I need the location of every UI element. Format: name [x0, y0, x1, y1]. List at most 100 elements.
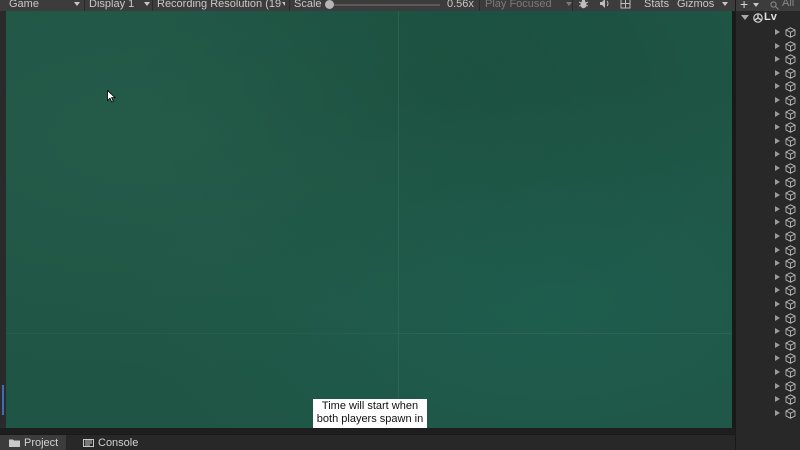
cube-icon [785, 149, 796, 161]
chevron-right-icon[interactable] [775, 83, 780, 90]
hierarchy-item[interactable] [736, 94, 800, 107]
add-button[interactable]: + [740, 0, 748, 12]
hierarchy-item[interactable] [736, 271, 800, 284]
chevron-right-icon[interactable] [775, 165, 780, 171]
tile-seam [398, 333, 732, 334]
cube-icon [785, 95, 796, 106]
scale-label: Scale [294, 0, 322, 10]
chevron-right-icon[interactable] [775, 97, 780, 103]
scene-gizmo-toggle[interactable] [620, 0, 632, 11]
chevron-right-icon[interactable] [775, 205, 780, 212]
chevron-right-icon[interactable] [775, 29, 780, 35]
scene-root[interactable]: Lv [764, 11, 777, 23]
cube-icon [785, 190, 796, 201]
toolbar-divider [572, 0, 573, 11]
hierarchy-item[interactable] [736, 284, 800, 297]
hierarchy-item[interactable] [736, 189, 800, 202]
chevron-right-icon[interactable] [775, 69, 780, 76]
game-tab[interactable]: Game [9, 0, 39, 11]
hierarchy-item[interactable] [736, 176, 800, 189]
resolution-dropdown[interactable]: Recording Resolution (19 [157, 0, 285, 11]
hierarchy-item[interactable] [736, 244, 800, 257]
hierarchy-item[interactable] [736, 230, 800, 243]
hierarchy-item[interactable] [736, 352, 800, 365]
spawn-notice: Time will start when both players spawn … [313, 399, 427, 428]
hierarchy-item[interactable] [736, 257, 800, 270]
chevron-right-icon[interactable] [775, 219, 780, 226]
scale-slider-handle[interactable] [325, 0, 334, 9]
cube-icon [785, 176, 796, 188]
chevron-right-icon[interactable] [775, 369, 780, 375]
tab-console[interactable]: Console [74, 435, 146, 450]
chevron-down-icon [74, 2, 80, 7]
mute-audio-toggle[interactable] [599, 0, 611, 11]
hierarchy-item[interactable] [736, 80, 800, 93]
chevron-right-icon[interactable] [775, 396, 780, 403]
chevron-right-icon[interactable] [775, 301, 780, 307]
chevron-right-icon[interactable] [775, 314, 780, 321]
chevron-right-icon[interactable] [775, 246, 780, 253]
display-dropdown[interactable]: Display 1 [89, 0, 151, 11]
hierarchy-item[interactable] [736, 135, 800, 148]
chevron-down-icon[interactable] [741, 15, 749, 20]
hierarchy-item[interactable] [736, 108, 800, 121]
chevron-right-icon[interactable] [775, 287, 780, 294]
cube-icon [785, 258, 796, 269]
tab-project[interactable]: Project [0, 435, 67, 450]
hierarchy-item[interactable] [736, 53, 800, 66]
panel-accent-bar [2, 385, 4, 415]
bug-toggle[interactable] [578, 0, 590, 11]
chevron-right-icon[interactable] [775, 192, 780, 199]
resolution-label: Recording Resolution (19 [157, 0, 282, 10]
chevron-right-icon[interactable] [775, 151, 780, 158]
cube-icon [785, 122, 796, 133]
cube-icon [785, 367, 796, 378]
chevron-right-icon[interactable] [775, 56, 780, 63]
tile-seam [398, 11, 399, 428]
hierarchy-item[interactable] [736, 148, 800, 161]
hierarchy-item[interactable] [736, 26, 800, 39]
hierarchy-item[interactable] [736, 67, 800, 80]
game-viewport[interactable]: Time will start when both players spawn … [6, 11, 732, 428]
hierarchy-item[interactable] [736, 40, 800, 53]
chevron-right-icon[interactable] [775, 273, 780, 280]
hierarchy-item[interactable] [736, 162, 800, 175]
chevron-right-icon[interactable] [775, 124, 780, 131]
cube-icon [785, 231, 796, 242]
hierarchy-item[interactable] [736, 203, 800, 216]
console-icon [83, 439, 94, 447]
cube-icon [785, 136, 796, 147]
scale-slider-track[interactable] [330, 4, 440, 6]
hierarchy-item[interactable] [736, 121, 800, 134]
chevron-right-icon[interactable] [775, 110, 780, 117]
chevron-down-icon [565, 2, 572, 7]
gizmos-button[interactable]: Gizmos [677, 0, 729, 11]
chevron-right-icon[interactable] [775, 260, 780, 267]
hierarchy-item[interactable] [736, 366, 800, 379]
chevron-right-icon[interactable] [775, 328, 780, 335]
cube-icon [785, 108, 796, 120]
hierarchy-item[interactable] [736, 216, 800, 229]
chevron-right-icon[interactable] [775, 382, 780, 389]
hierarchy-item[interactable] [736, 312, 800, 325]
hierarchy-item[interactable] [736, 407, 800, 420]
stats-button[interactable]: Stats [644, 0, 669, 11]
hierarchy-toolbar: + All [736, 0, 800, 12]
hierarchy-item[interactable] [736, 380, 800, 393]
hierarchy-item[interactable] [736, 298, 800, 311]
hierarchy-item[interactable] [736, 393, 800, 406]
play-mode-dropdown[interactable]: Play Focused [485, 0, 572, 11]
grid-icon [620, 0, 631, 9]
cube-icon [785, 54, 796, 65]
game-tab-menu[interactable] [70, 0, 80, 11]
chevron-right-icon[interactable] [775, 137, 780, 144]
hierarchy-item[interactable] [736, 339, 800, 352]
chevron-right-icon[interactable] [775, 42, 780, 49]
toolbar-divider [289, 0, 290, 11]
chevron-right-icon[interactable] [775, 178, 780, 185]
chevron-right-icon[interactable] [775, 233, 780, 239]
chevron-right-icon[interactable] [775, 355, 780, 362]
hierarchy-item[interactable] [736, 325, 800, 338]
chevron-right-icon[interactable] [775, 341, 780, 348]
chevron-right-icon[interactable] [775, 409, 780, 416]
